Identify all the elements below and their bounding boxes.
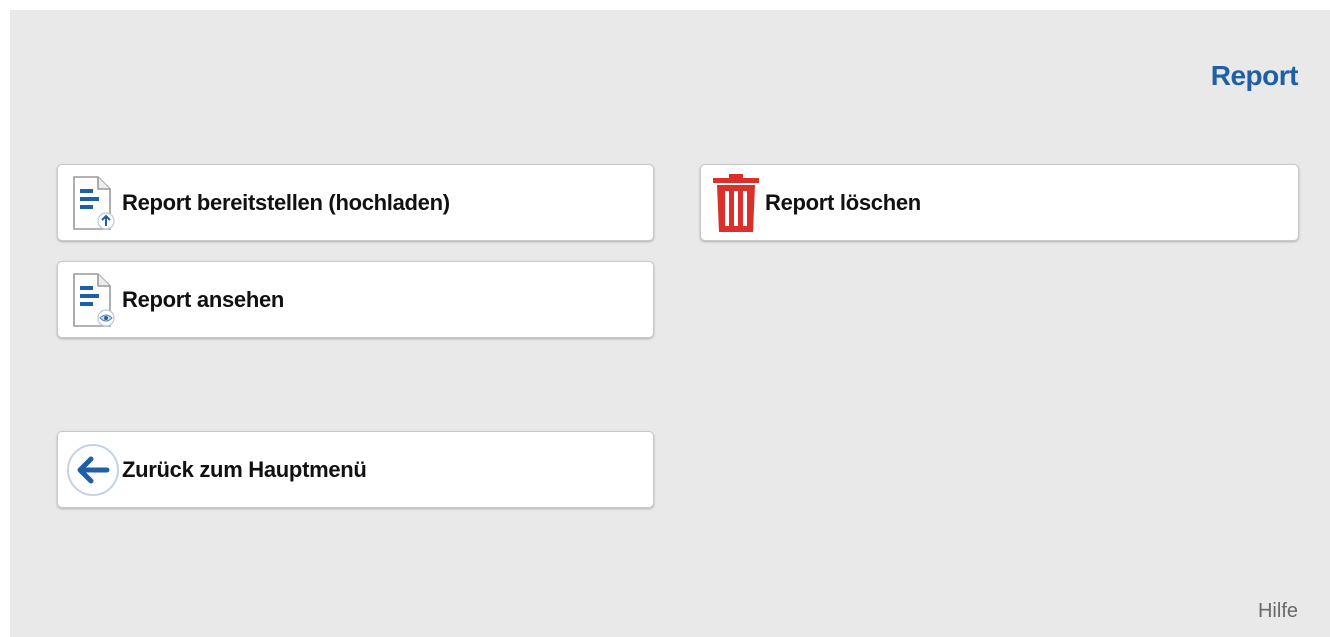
back-to-main-menu-label: Zurück zum Hauptmenü — [122, 456, 367, 482]
view-report-button[interactable]: Report ansehen — [57, 261, 654, 338]
delete-report-label: Report löschen — [765, 189, 921, 215]
back-to-main-menu-button[interactable]: Zurück zum Hauptmenü — [57, 431, 654, 508]
help-link[interactable]: Hilfe — [1258, 600, 1298, 623]
upload-report-label: Report bereitstellen (hochladen) — [122, 189, 450, 215]
upload-report-button[interactable]: Report bereitstellen (hochladen) — [57, 164, 654, 241]
document-upload-icon — [64, 173, 122, 233]
document-view-icon — [64, 270, 122, 330]
report-screen: Report Report bereitstellen (hochladen) — [10, 10, 1330, 637]
view-report-label: Report ansehen — [122, 286, 285, 312]
page-title: Report — [1210, 60, 1299, 91]
trash-icon — [707, 173, 765, 233]
arrow-left-icon — [64, 440, 122, 500]
delete-report-button[interactable]: Report löschen — [700, 164, 1299, 241]
